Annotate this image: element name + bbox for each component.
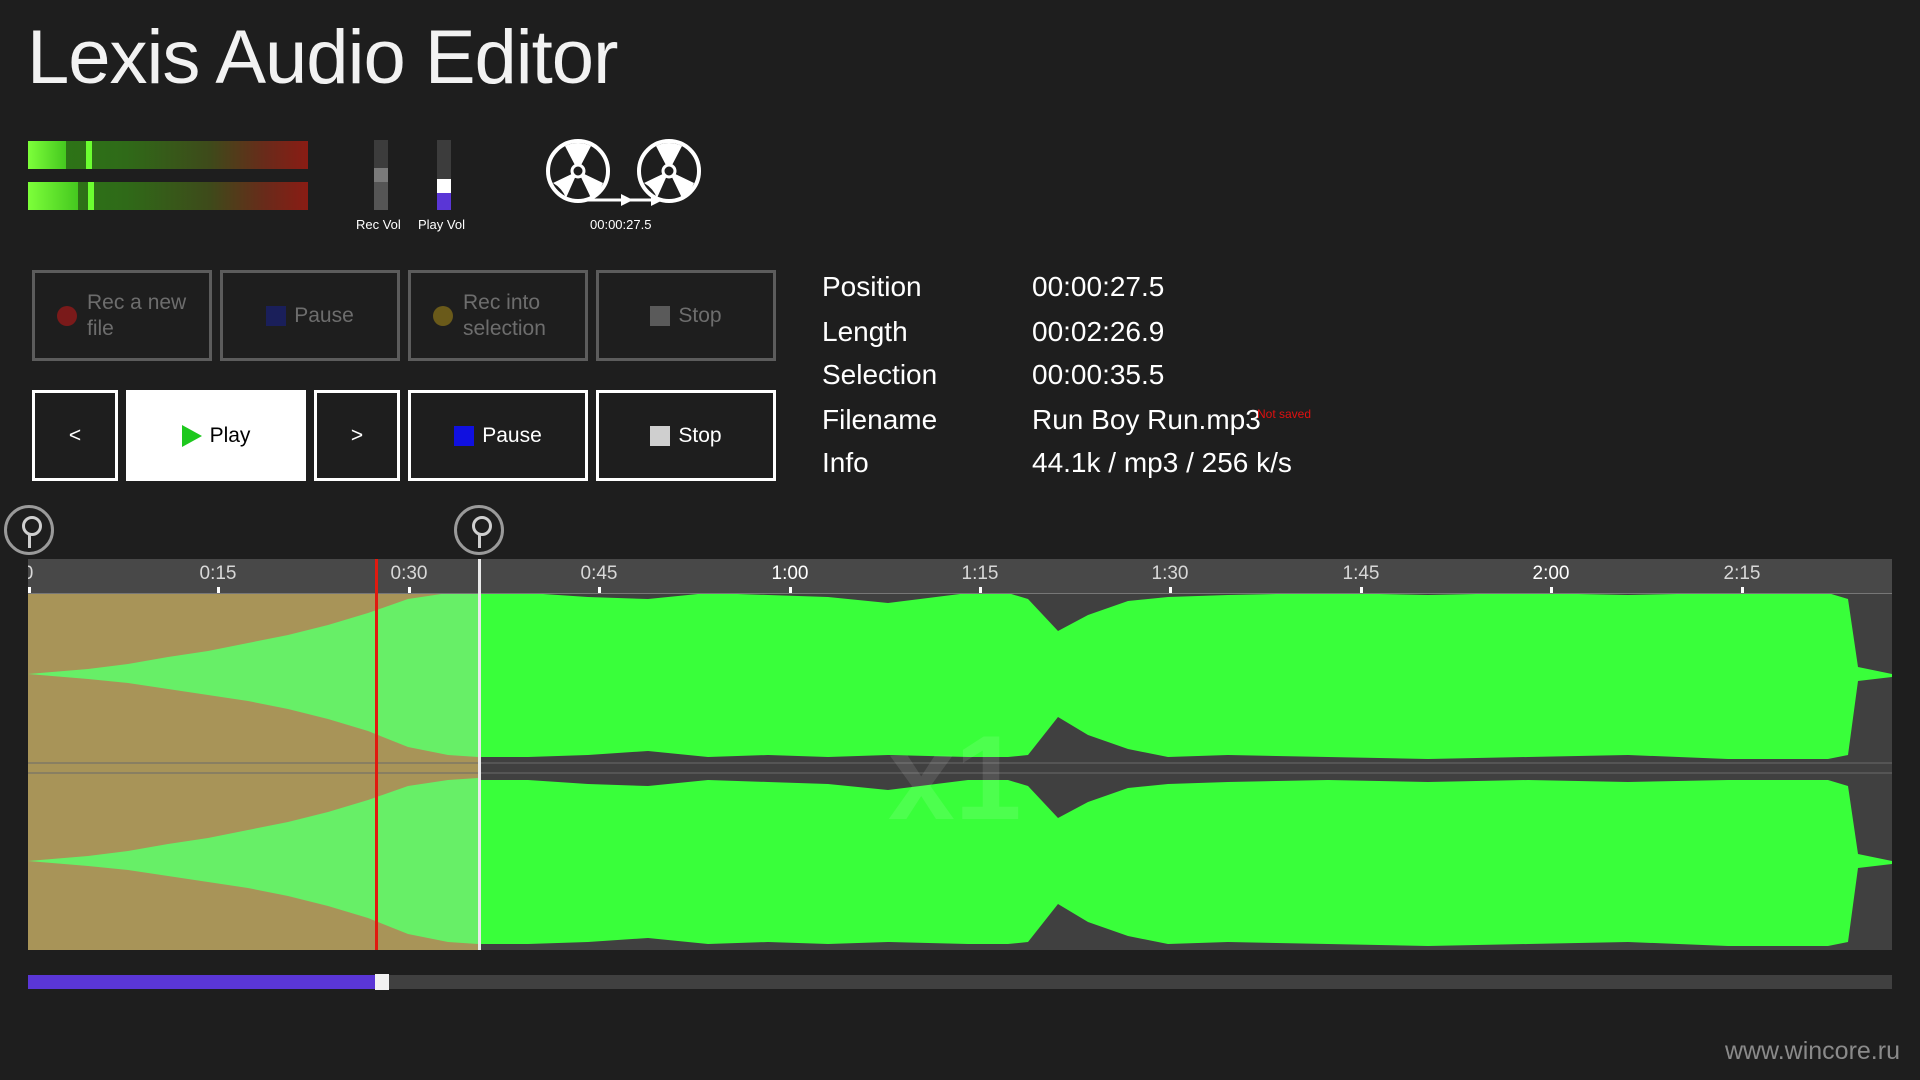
play-volume-slider[interactable] xyxy=(437,140,451,210)
left-level-meter xyxy=(28,141,308,169)
tick-label: 1:00 xyxy=(771,563,809,584)
tick-label: 2:15 xyxy=(1723,563,1761,584)
next-label: > xyxy=(350,423,364,447)
tick-label: 1:45 xyxy=(1342,563,1380,584)
tick-mark xyxy=(1550,587,1553,593)
filename-label: Filename xyxy=(822,404,938,435)
playback-progress-bar[interactable] xyxy=(28,974,1892,990)
waveform-view[interactable]: x1 0 0:15 0:30 0:45 1:00 1:15 1:30 1:45 … xyxy=(28,559,1892,950)
rec-stop-button[interactable]: Stop xyxy=(596,270,776,361)
left-level-fill xyxy=(28,141,66,169)
filename-value: Run Boy Run.mp3 xyxy=(1032,404,1261,435)
record-dot-icon xyxy=(57,305,77,326)
tick-mark xyxy=(217,587,220,593)
play-volume-label: Play Vol xyxy=(418,217,465,232)
selection-end-line[interactable] xyxy=(478,559,481,950)
stop-square-icon xyxy=(650,305,671,326)
position-value: 00:00:27.5 xyxy=(1032,271,1165,302)
rec-stop-label: Stop xyxy=(678,303,722,327)
save-status: Not saved xyxy=(1257,407,1312,421)
rec-new-file-label: Rec a new file xyxy=(87,290,187,340)
rec-into-selection-button[interactable]: Rec into selection xyxy=(408,270,588,361)
playhead[interactable] xyxy=(375,559,378,950)
tick-mark xyxy=(1741,587,1744,593)
rec-pause-label: Pause xyxy=(294,303,354,327)
rec-volume-knob[interactable] xyxy=(374,168,388,182)
zoom-indicator: x1 xyxy=(888,711,1022,845)
left-peak-indicator xyxy=(86,141,92,169)
tick-label: 0:30 xyxy=(390,563,428,584)
play-volume-knob[interactable] xyxy=(437,179,451,193)
tick-label: 1:30 xyxy=(1151,563,1189,584)
tick-label: 0:45 xyxy=(580,563,618,584)
tick-label: 1:15 xyxy=(961,563,999,584)
stop-button[interactable]: Stop xyxy=(596,390,776,481)
play-button[interactable]: Play xyxy=(126,390,306,481)
tick-mark xyxy=(28,587,31,593)
pause-square-icon xyxy=(454,425,475,446)
app-title: Lexis Audio Editor xyxy=(27,15,618,100)
marker-pin-icon xyxy=(472,516,492,536)
rec-into-selection-label: Rec into selection xyxy=(463,290,546,340)
tick-mark xyxy=(1169,587,1172,593)
record-dot-icon xyxy=(433,305,453,326)
selection-start-marker[interactable] xyxy=(4,505,54,555)
pause-label: Pause xyxy=(482,423,542,447)
play-label: Play xyxy=(209,423,251,447)
info-label: Info xyxy=(822,447,869,478)
selection-value: 00:00:35.5 xyxy=(1032,359,1165,390)
tick-mark xyxy=(598,587,601,593)
position-label: Position xyxy=(822,271,922,302)
prev-button[interactable]: < xyxy=(32,390,118,481)
site-watermark: www.wincore.ru xyxy=(1724,1037,1900,1065)
transport-time: 00:00:27.5 xyxy=(590,217,652,232)
rec-volume-slider[interactable] xyxy=(374,140,388,210)
rec-new-file-button[interactable]: Rec a new file xyxy=(32,270,212,361)
length-value: 00:02:26.9 xyxy=(1032,316,1165,347)
progress-handle[interactable] xyxy=(375,974,389,990)
right-peak-indicator xyxy=(88,182,94,210)
play-volume-level xyxy=(437,193,451,210)
length-label: Length xyxy=(822,316,908,347)
right-level-fill xyxy=(28,182,78,210)
tick-mark xyxy=(408,587,411,593)
selection-label: Selection xyxy=(822,359,938,390)
play-icon xyxy=(181,424,202,447)
stop-square-icon xyxy=(650,425,671,446)
prev-label: < xyxy=(68,423,82,447)
progress-fill xyxy=(28,975,376,989)
selection-end-marker[interactable] xyxy=(454,505,504,555)
tape-reels-icon xyxy=(546,139,701,206)
timeline-ruler[interactable]: 0 0:15 0:30 0:45 1:00 1:15 1:30 1:45 2:0… xyxy=(28,559,1892,594)
tick-mark xyxy=(1360,587,1363,593)
stop-label: Stop xyxy=(678,423,722,447)
tick-mark xyxy=(979,587,982,593)
tick-label: 0 xyxy=(28,563,33,585)
tick-label: 0:15 xyxy=(199,563,237,584)
next-button[interactable]: > xyxy=(314,390,400,481)
pause-square-icon xyxy=(266,305,287,326)
rec-volume-label: Rec Vol xyxy=(356,217,401,232)
info-value: 44.1k / mp3 / 256 k/s xyxy=(1032,447,1292,478)
tick-label: 2:00 xyxy=(1532,563,1570,584)
right-level-meter xyxy=(28,182,308,210)
rec-pause-button[interactable]: Pause xyxy=(220,270,400,361)
marker-pin-icon xyxy=(22,516,42,536)
pause-button[interactable]: Pause xyxy=(408,390,588,481)
tick-mark xyxy=(789,587,792,593)
